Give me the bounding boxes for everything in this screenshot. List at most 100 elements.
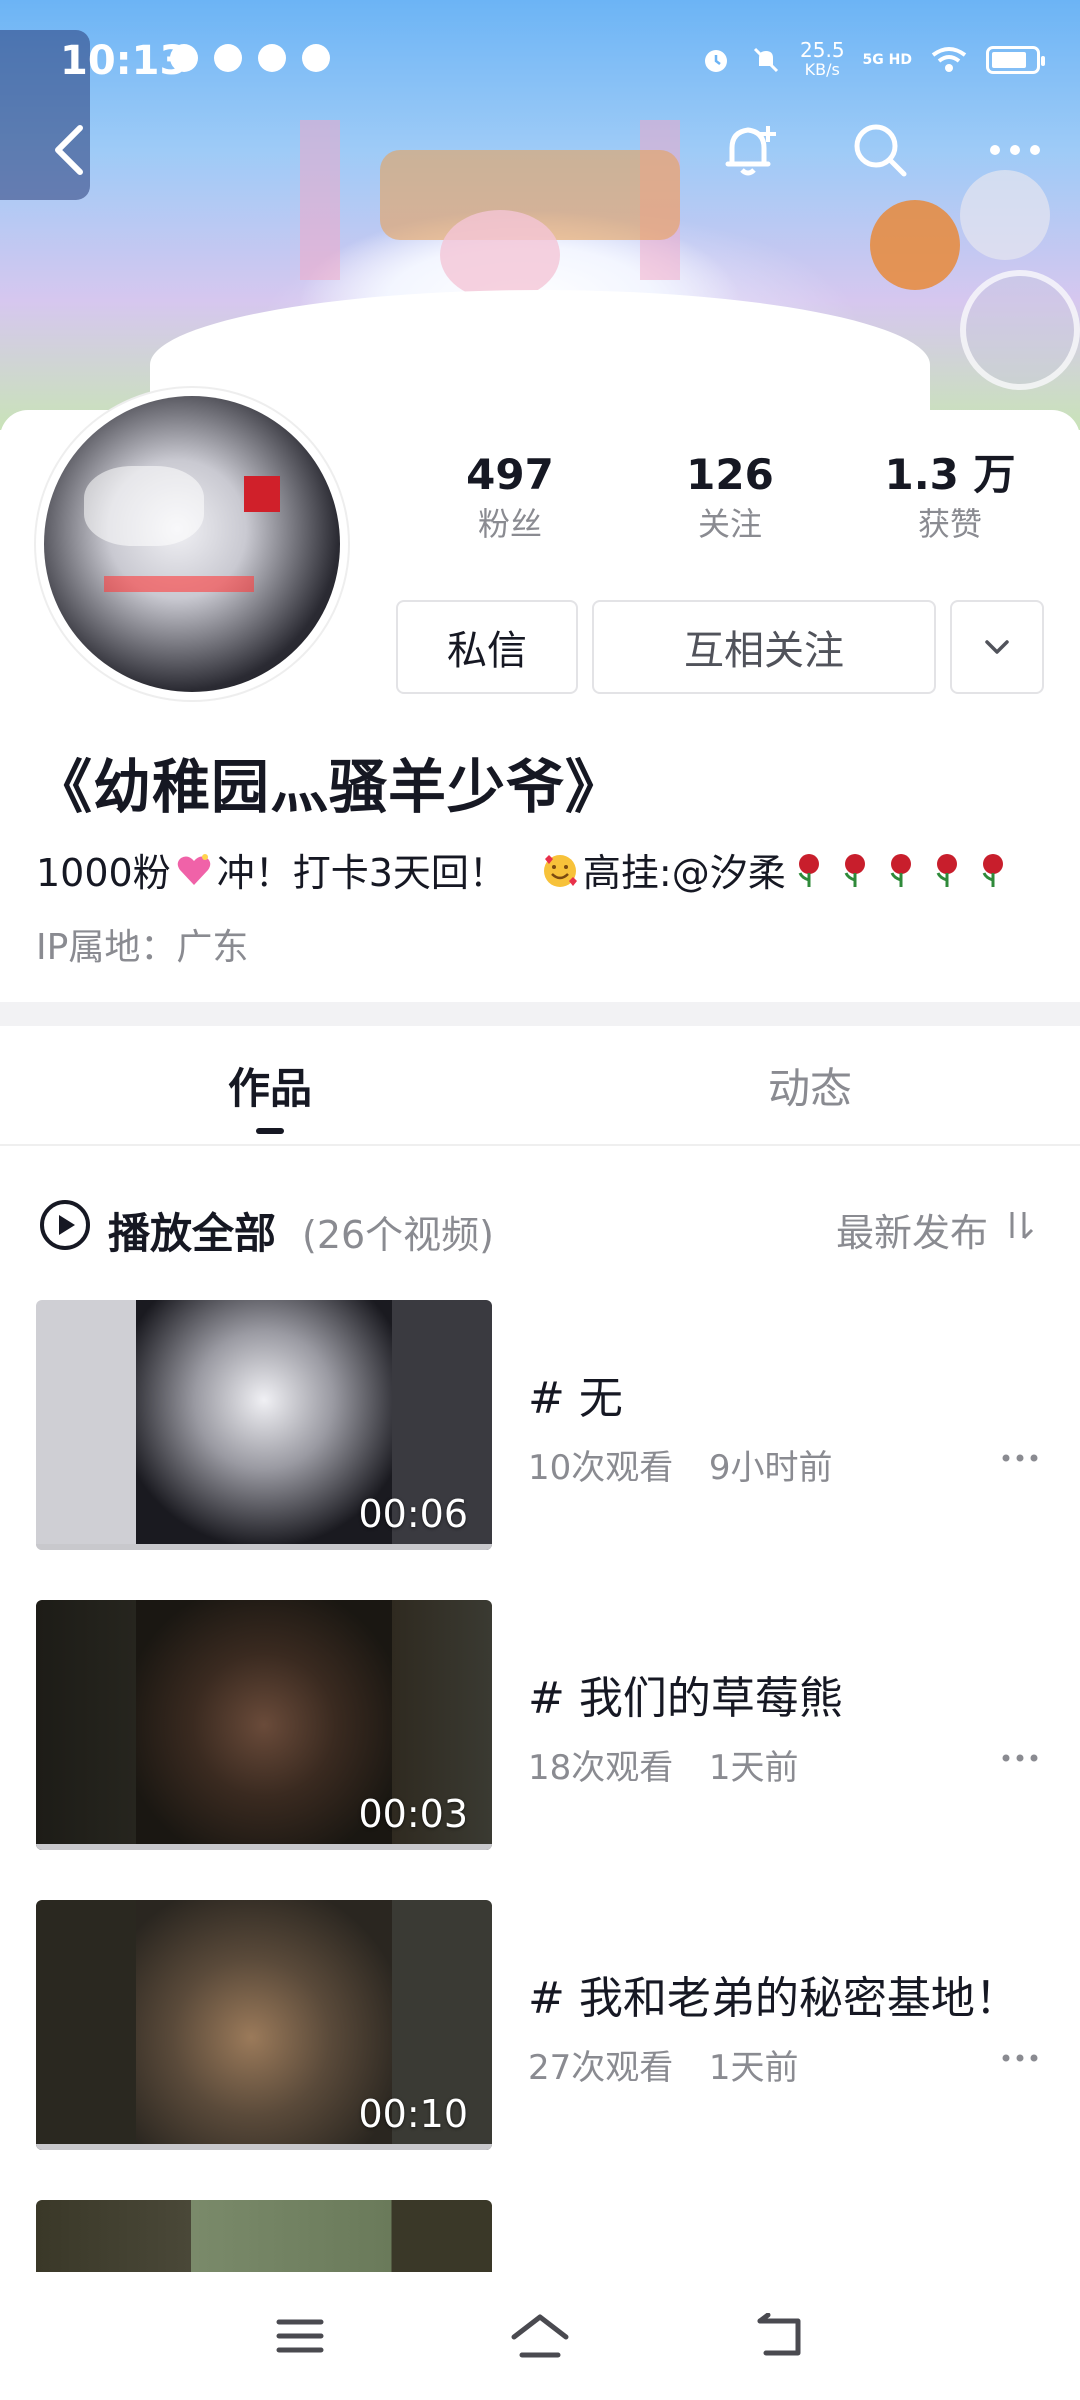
- video-more-icon[interactable]: [1000, 1748, 1040, 1768]
- profile-page: 10:13 25.5 KB/s 5G HD 497 粉丝 126 关注 1.3 …: [0, 0, 1080, 2400]
- stat-following[interactable]: 126 关注: [620, 450, 840, 546]
- bio-text: 冲！打卡3天回！: [216, 851, 507, 895]
- notification-icons: [170, 44, 330, 72]
- video-meta: 18次观看 1天前: [528, 1740, 799, 1789]
- search-button[interactable]: [840, 110, 920, 190]
- bio-text: 1000粉: [36, 851, 171, 895]
- video-duration: 00:06: [358, 1492, 468, 1536]
- video-count: (26个视频): [302, 1213, 495, 1257]
- profile-stats: 497 粉丝 126 关注 1.3 万 获赞: [400, 450, 1060, 546]
- video-item[interactable]: 00:06 # 无 10次观看 9小时前: [0, 1300, 1080, 1550]
- video-title[interactable]: # 我和老弟的秘密基地！: [528, 1962, 1019, 2026]
- net-speed: 25.5 KB/s: [800, 40, 845, 80]
- home-button[interactable]: [500, 2296, 580, 2376]
- tab-works[interactable]: 作品: [0, 1026, 540, 1144]
- bio-text: 高挂:@汐柔: [582, 851, 786, 895]
- expand-button[interactable]: [950, 600, 1044, 694]
- search-icon: [854, 124, 907, 177]
- stat-value: 1.3 万: [884, 450, 1016, 499]
- video-title[interactable]: # 我们的草莓熊: [528, 1662, 843, 1726]
- message-notification-icon: [302, 44, 330, 72]
- video-more-icon[interactable]: [1000, 1448, 1040, 1468]
- video-views: 18次观看: [528, 1748, 674, 1788]
- menu-icon: [276, 2319, 324, 2353]
- video-views: 10次观看: [528, 1448, 674, 1488]
- video-time: 1天前: [708, 1748, 799, 1788]
- return-icon: [757, 2313, 801, 2356]
- stat-label: 关注: [697, 505, 762, 543]
- network-type: 5G HD: [862, 52, 912, 68]
- video-thumbnail[interactable]: 00:06: [36, 1300, 492, 1550]
- ip-location: IP属地：广东: [36, 927, 249, 968]
- video-title[interactable]: # 无: [528, 1362, 623, 1426]
- stat-value: 497: [466, 450, 554, 499]
- video-thumbnail[interactable]: 00:03: [36, 1600, 492, 1850]
- more-options-button[interactable]: [975, 110, 1055, 190]
- video-duration: 00:03: [358, 1792, 468, 1836]
- rose-icon: [890, 853, 911, 887]
- notification-bell-button[interactable]: [710, 110, 790, 190]
- video-more-icon[interactable]: [1000, 2048, 1040, 2068]
- status-right: 25.5 KB/s 5G HD: [700, 40, 1045, 80]
- avatar-image: [44, 396, 340, 692]
- message-button[interactable]: 私信: [396, 600, 578, 694]
- nickname: 《幼稚园灬骚羊少爷》: [34, 753, 625, 821]
- status-bar: 10:13 25.5 KB/s 5G HD: [0, 0, 1080, 120]
- net-speed-value: 25.5: [800, 38, 845, 62]
- tab-dynamic[interactable]: 动态: [540, 1026, 1080, 1144]
- video-thumbnail[interactable]: 00:10: [36, 1900, 492, 2150]
- stat-label: 获赞: [917, 505, 982, 543]
- menu-button[interactable]: [260, 2296, 340, 2376]
- content-tabs: 作品 动态: [0, 1026, 1080, 1146]
- home-icon: [511, 2314, 569, 2358]
- bell-plus-icon: [725, 126, 776, 176]
- thumbnail-progress-bar: [36, 1844, 492, 1850]
- tab-active-indicator: [256, 1128, 284, 1134]
- back-nav-button[interactable]: [740, 2296, 820, 2376]
- top-nav: [0, 110, 1080, 190]
- stat-followers[interactable]: 497 粉丝: [400, 450, 620, 546]
- wifi-icon: [931, 47, 967, 72]
- section-divider: [0, 1002, 1080, 1026]
- back-button[interactable]: [30, 110, 110, 190]
- tab-label: 动态: [767, 1063, 852, 1113]
- mutual-follow-button[interactable]: 互相关注: [592, 600, 936, 694]
- system-nav-bar: [0, 2272, 1080, 2400]
- video-time: 9小时前: [708, 1448, 833, 1488]
- play-all-row: 播放全部 (26个视频) 最新发布: [0, 1180, 1080, 1270]
- video-duration: 00:10: [358, 2092, 468, 2136]
- rose-icon: [982, 853, 1003, 887]
- video-time: 1天前: [708, 2048, 799, 2088]
- chat-notification-icon: [214, 44, 242, 72]
- rose-icon: [844, 853, 865, 887]
- video-item[interactable]: 00:10 # 我和老弟的秘密基地！ 27次观看 1天前: [0, 1900, 1080, 2150]
- video-meta: 27次观看 1天前: [528, 2040, 799, 2089]
- video-thumbnail[interactable]: [36, 2200, 492, 2272]
- app-notification-icon: [170, 44, 198, 72]
- thumbnail-progress-bar: [36, 2144, 492, 2150]
- bio: 1000粉 冲！打卡3天回！ 高挂:@汐柔: [36, 842, 1016, 897]
- sort-button[interactable]: 最新发布: [836, 1202, 988, 1257]
- video-item[interactable]: 00:03 # 我们的草莓熊 18次观看 1天前: [0, 1600, 1080, 1850]
- play-circle-icon[interactable]: [38, 1198, 92, 1252]
- sort-icon[interactable]: [1004, 1208, 1038, 1242]
- rose-icon: [936, 853, 957, 887]
- video-item-partial[interactable]: [0, 2200, 1080, 2272]
- chevron-down-icon: [985, 640, 1009, 654]
- stat-likes[interactable]: 1.3 万 获赞: [840, 450, 1060, 546]
- profile-card: 497 粉丝 126 关注 1.3 万 获赞 私信 互相关注 《幼稚园灬骚羊少爷…: [0, 388, 1080, 1000]
- stat-label: 粉丝: [477, 505, 542, 543]
- wechat-notification-icon: [258, 44, 286, 72]
- profile-actions: 私信 互相关注: [396, 600, 1044, 694]
- play-all-button[interactable]: 播放全部: [108, 1200, 276, 1261]
- tab-label: 作品: [227, 1063, 312, 1113]
- rose-icon: [798, 853, 819, 887]
- video-meta: 10次观看 9小时前: [528, 1440, 833, 1489]
- status-time: 10:13: [60, 38, 188, 84]
- alarm-icon: [705, 50, 728, 72]
- battery-icon: [986, 46, 1045, 74]
- back-arrow-icon: [55, 125, 83, 175]
- mute-icon: [753, 47, 779, 73]
- sparkling-heart-icon: [177, 853, 210, 885]
- avatar[interactable]: [36, 388, 348, 700]
